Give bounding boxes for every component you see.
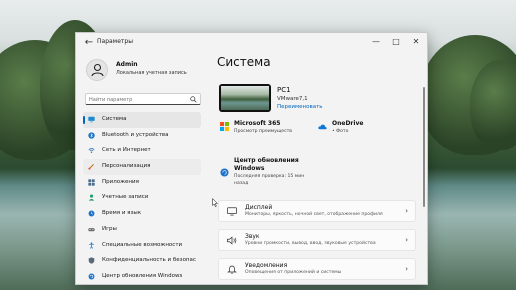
- sidebar-item-windows-update[interactable]: Центр обновления Windows: [83, 269, 201, 284]
- sidebar-item-network[interactable]: Сеть и Интернет: [83, 143, 201, 159]
- windows-update-block[interactable]: Центр обновления Windows Последняя прове…: [220, 157, 320, 189]
- speaker-icon: [227, 236, 237, 245]
- onedrive-title: OneDrive: [332, 120, 364, 127]
- sidebar-item-label: Время и язык: [102, 210, 142, 217]
- sidebar-item-accounts[interactable]: Учетные записи: [83, 190, 201, 206]
- sidebar-item-system[interactable]: Система: [83, 112, 201, 128]
- user-profile[interactable]: Admin Локальная учетная запись: [84, 57, 224, 87]
- search-box[interactable]: [85, 93, 201, 105]
- monitor-icon: [88, 116, 95, 123]
- network-icon: [88, 148, 95, 154]
- sidebar-item-label: Учетные записи: [102, 194, 149, 201]
- window-title: Параметры: [97, 38, 133, 45]
- clock-globe-icon: [88, 210, 95, 217]
- notifications-card-title: Уведомления: [245, 262, 288, 269]
- bell-icon: [227, 265, 237, 274]
- sidebar-item-label: Система: [102, 116, 127, 122]
- chevron-right-icon: ›: [405, 207, 408, 215]
- sidebar-item-label: Специальные возможности: [102, 241, 183, 248]
- microsoft365-title: Microsoft 365: [234, 120, 281, 127]
- sidebar-item-label: Bluetooth и устройства: [102, 131, 169, 138]
- page-title: Система: [217, 55, 271, 69]
- display-card-subtitle: Мониторы, яркость, ночной свет, отображе…: [245, 212, 383, 217]
- account-icon: [88, 194, 95, 202]
- sidebar-item-personalization[interactable]: Персонализация: [83, 159, 201, 175]
- search-input[interactable]: [89, 95, 187, 104]
- avatar: [86, 59, 108, 81]
- onedrive-subtitle: • Фото: [332, 129, 349, 134]
- microsoft365-subtitle: Просмотр преимуществ: [234, 129, 293, 134]
- display-icon: [227, 207, 237, 216]
- notifications-card-subtitle: Оповещения от приложений и системы: [245, 270, 342, 275]
- device-name: PC1: [277, 86, 291, 94]
- sidebar-item-label: Центр обновления Windows: [102, 272, 183, 279]
- sound-card-title: Звук: [245, 233, 260, 240]
- minimize-button[interactable]: —: [367, 35, 385, 49]
- sidebar-item-time-language[interactable]: Время и язык: [83, 206, 201, 222]
- device-thumbnail: [219, 84, 271, 112]
- bluetooth-icon: [88, 132, 95, 139]
- microsoft-logo-icon: [220, 122, 229, 131]
- close-button[interactable]: ✕: [407, 35, 425, 49]
- sound-card-subtitle: Уровни громкости, вывод, ввод, звуковые …: [245, 241, 376, 246]
- device-model: VMware7,1: [277, 96, 308, 102]
- sidebar-item-privacy[interactable]: Конфиденциальность и безопас: [83, 253, 201, 269]
- search-icon[interactable]: [190, 96, 197, 103]
- scrollbar[interactable]: [423, 87, 425, 207]
- sound-card[interactable]: Звук Уровни громкости, вывод, ввод, звук…: [218, 229, 416, 251]
- account-type: Локальная учетная запись: [116, 70, 187, 76]
- settings-window: ← Параметры — □ ✕ Admin Локальная учетна…: [75, 32, 428, 285]
- chevron-right-icon: ›: [405, 265, 408, 273]
- mouse-cursor-icon: [212, 198, 218, 207]
- apps-icon: [88, 179, 95, 186]
- update-subtitle-line2: назад: [234, 181, 249, 186]
- update-icon: [88, 273, 95, 280]
- sidebar-item-label: Игры: [102, 225, 117, 232]
- sidebar-item-bluetooth[interactable]: Bluetooth и устройства: [83, 128, 201, 144]
- update-title-line2: Windows: [234, 165, 265, 172]
- rename-link[interactable]: Переименовать: [277, 104, 323, 110]
- onedrive-cloud-icon: [318, 124, 327, 130]
- back-arrow-icon[interactable]: ←: [83, 37, 95, 49]
- microsoft365-block[interactable]: Microsoft 365 Просмотр преимуществ: [220, 120, 300, 138]
- user-name: Admin: [116, 61, 138, 68]
- sidebar-item-accessibility[interactable]: Специальные возможности: [83, 238, 201, 254]
- sidebar-item-label: Сеть и Интернет: [102, 147, 151, 154]
- update-sync-icon: [220, 168, 229, 177]
- sidebar-item-apps[interactable]: Приложения: [83, 175, 201, 191]
- onedrive-block[interactable]: OneDrive • Фото: [318, 120, 388, 138]
- notifications-card[interactable]: Уведомления Оповещения от приложений и с…: [218, 258, 416, 280]
- person-icon: [91, 63, 104, 77]
- display-card-title: Дисплей: [245, 204, 273, 211]
- display-card[interactable]: Дисплей Мониторы, яркость, ночной свет, …: [218, 200, 416, 222]
- update-title-line1: Центр обновления: [234, 157, 299, 164]
- maximize-button[interactable]: □: [387, 35, 405, 49]
- shield-icon: [88, 257, 95, 264]
- sidebar-item-label: Персонализация: [102, 163, 151, 170]
- sidebar-nav: Система Bluetooth и устройства Сеть и Ин…: [83, 112, 201, 284]
- accessibility-icon: [89, 241, 94, 249]
- sidebar-item-gaming[interactable]: Игры: [83, 222, 201, 238]
- brush-icon: [88, 164, 94, 170]
- title-bar: ← Параметры — □ ✕: [76, 33, 427, 53]
- gamepad-icon: [88, 227, 95, 232]
- chevron-right-icon: ›: [405, 236, 408, 244]
- sidebar-item-label: Конфиденциальность и безопас: [102, 257, 196, 264]
- update-subtitle-line1: Последняя проверка: 15 мин: [234, 174, 305, 179]
- sidebar-item-label: Приложения: [102, 178, 139, 185]
